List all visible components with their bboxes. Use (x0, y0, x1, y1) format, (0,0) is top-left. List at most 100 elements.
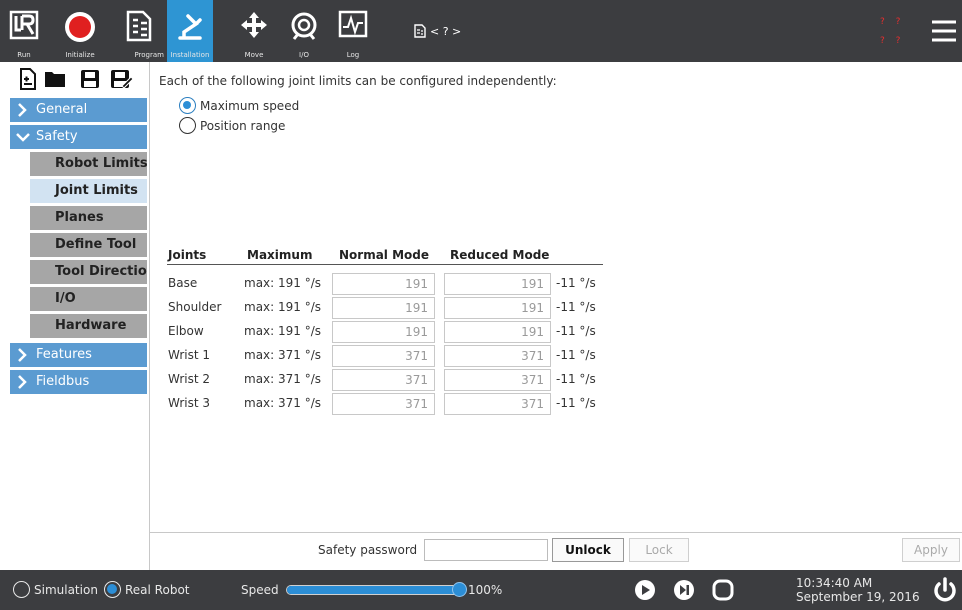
joint-max: max: 191 °/s (244, 276, 322, 290)
joint-limits-panel: Each of the following joint limits can b… (150, 62, 962, 532)
sidebar-item-tool-direction[interactable]: Tool Direction (30, 260, 147, 284)
radio-selected-icon (179, 97, 196, 114)
radio-position-range[interactable]: Position range (179, 117, 285, 134)
power-icon[interactable] (932, 577, 958, 607)
sidebar-category-features-label: Features (36, 347, 92, 362)
chevron-down-icon (16, 125, 30, 158)
reduced-mode-field[interactable]: 371 (444, 393, 551, 415)
clock-date: September 19, 2016 (796, 590, 920, 604)
tab-program-label: Program (134, 51, 164, 59)
radio-real-robot-label: Real Robot (125, 582, 190, 597)
safety-password-footer: Safety password Unlock Lock Apply (150, 532, 962, 570)
normal-mode-field[interactable]: 371 (332, 369, 435, 391)
reduced-mode-field[interactable]: 191 (444, 321, 551, 343)
joint-max: max: 371 °/s (244, 372, 322, 386)
sidebar-item-hardware[interactable]: Hardware (30, 314, 147, 338)
radio-unselected-icon (179, 117, 196, 134)
joint-name: Elbow (168, 324, 204, 338)
joint-name: Shoulder (168, 300, 222, 314)
sidebar-category-fieldbus[interactable]: Fieldbus (10, 370, 147, 394)
normal-mode-field[interactable]: 371 (332, 345, 435, 367)
normal-mode-field[interactable]: 191 (332, 297, 435, 319)
program-file-icon (414, 24, 426, 38)
joint-name: Wrist 3 (168, 396, 210, 410)
tab-io[interactable]: I/O (282, 0, 326, 62)
radio-simulation-label: Simulation (34, 582, 98, 597)
joint-name: Wrist 2 (168, 372, 210, 386)
header-normal-mode: Normal Mode (339, 248, 430, 262)
reduced-mode-field[interactable]: 191 (444, 297, 551, 319)
sidebar-category-general[interactable]: General (10, 98, 147, 122)
header-reduced-mode: Reduced Mode (450, 248, 550, 262)
joint-name: Base (168, 276, 198, 290)
joint-delta: -11 °/s (556, 396, 596, 410)
sidebar-item-robot-limits[interactable]: Robot Limits (30, 152, 147, 176)
joint-max: max: 191 °/s (244, 300, 322, 314)
play-icon[interactable] (634, 579, 656, 605)
unlock-button[interactable]: Unlock (552, 538, 624, 562)
radio-maximum-speed-label: Maximum speed (200, 98, 300, 113)
stop-icon[interactable] (712, 579, 734, 605)
normal-mode-field[interactable]: 191 (332, 321, 435, 343)
sidebar-item-define-tool[interactable]: Define Tool (30, 233, 147, 257)
sidebar-category-features[interactable]: Features (10, 343, 147, 367)
radio-simulation[interactable]: Simulation (13, 581, 98, 598)
save-as-icon[interactable] (110, 69, 134, 93)
joint-delta: -11 °/s (556, 300, 596, 314)
tab-initialize[interactable]: Initialize (50, 0, 110, 62)
normal-mode-field[interactable]: 191 (332, 273, 435, 295)
radio-real-robot[interactable]: Real Robot (104, 581, 190, 598)
move-arrows-icon (241, 12, 267, 38)
speed-value: 100% (468, 583, 503, 597)
reduced-mode-field[interactable]: 371 (444, 345, 551, 367)
tab-installation-label: Installation (170, 51, 210, 59)
lock-button[interactable]: Lock (629, 538, 689, 562)
radio-position-range-label: Position range (200, 118, 286, 133)
installation-sidebar: General Safety Robot Limits Joint Limits… (0, 62, 150, 570)
sidebar-category-fieldbus-label: Fieldbus (36, 374, 90, 389)
chevron-right-icon (16, 370, 28, 403)
sidebar-item-io[interactable]: I/O (30, 287, 147, 311)
save-icon[interactable] (80, 69, 100, 93)
status-mark-bottom: ? ? (880, 36, 905, 46)
tab-run[interactable]: Run (0, 0, 48, 62)
program-name: < ? > (414, 24, 461, 38)
hamburger-menu-icon[interactable] (930, 19, 958, 43)
radio-maximum-speed[interactable]: Maximum speed (179, 97, 299, 114)
step-icon[interactable] (673, 579, 695, 605)
tab-log-label: Log (346, 51, 360, 59)
joint-delta: -11 °/s (556, 276, 596, 290)
header-joints: Joints (168, 248, 207, 262)
tab-move-label: Move (244, 51, 264, 59)
red-record-icon (65, 12, 95, 42)
program-name-text: < ? > (430, 24, 462, 38)
reduced-mode-field[interactable]: 191 (444, 273, 551, 295)
robot-arm-icon (178, 14, 202, 40)
speed-label: Speed (241, 583, 279, 597)
folder-icon[interactable] (44, 70, 66, 92)
sidebar-item-joint-limits[interactable]: Joint Limits (30, 179, 147, 203)
safety-password-input[interactable] (424, 539, 548, 561)
apply-button[interactable]: Apply (902, 538, 960, 562)
tab-log[interactable]: Log (331, 0, 375, 62)
tab-move[interactable]: Move (232, 0, 276, 62)
radio-unselected-icon (13, 581, 30, 598)
sidebar-category-safety[interactable]: Safety (10, 125, 147, 149)
io-icon (291, 12, 317, 40)
header-divider (167, 264, 603, 265)
reduced-mode-field[interactable]: 371 (444, 369, 551, 391)
speed-slider-fill (287, 586, 459, 594)
sidebar-item-planes[interactable]: Planes (30, 206, 147, 230)
log-icon (338, 10, 368, 38)
sidebar-category-general-label: General (36, 102, 88, 117)
tab-initialize-label: Initialize (65, 51, 95, 59)
speed-slider-track[interactable] (286, 585, 460, 595)
new-file-icon[interactable] (18, 68, 38, 94)
normal-mode-field[interactable]: 371 (332, 393, 435, 415)
tab-io-label: I/O (299, 51, 309, 59)
tab-program[interactable]: Program (112, 0, 166, 62)
speed-slider-knob[interactable] (452, 582, 467, 597)
tab-installation[interactable]: Installation (167, 0, 213, 62)
clock-time: 10:34:40 AM (796, 576, 873, 590)
status-mark-top: ? ? (880, 17, 905, 27)
